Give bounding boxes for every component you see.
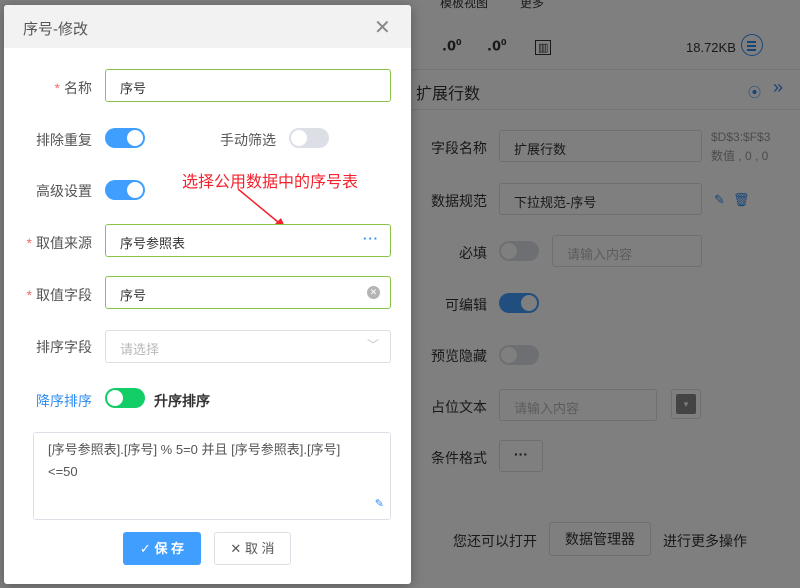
sort-field-placeholder: 请选择 (120, 342, 160, 357)
cancel-button[interactable]: ✕ 取 消 (214, 532, 291, 565)
dedupe-switch[interactable] (105, 128, 145, 148)
dialog-title: 序号-修改 (23, 21, 88, 38)
sort-field-label: 排序字段 (36, 339, 92, 355)
sort-desc-label[interactable]: 降序排序 (36, 391, 92, 411)
formula-line-2: <=50 (48, 464, 78, 479)
edit-dialog: 序号-修改 ✕ * 名称 序号 排除重复 手动筛选 高级设置 选择公用数据中的序号… (4, 5, 411, 584)
manual-filter-label: 手动筛选 (220, 132, 276, 148)
dedupe-label: 排除重复 (36, 132, 92, 148)
source-value: 序号参照表 (120, 236, 186, 251)
filter-formula[interactable]: [序号参照表].[序号] % 5=0 并且 [序号参照表].[序号] <=50 … (33, 432, 391, 520)
clear-icon[interactable]: ✕ (367, 286, 380, 299)
formula-line-1: [序号参照表].[序号] % 5=0 并且 [序号参照表].[序号] (48, 442, 341, 457)
close-icon[interactable]: ✕ (374, 15, 391, 40)
name-label: * 名称 (54, 80, 92, 96)
sort-asc-label[interactable]: 升序排序 (154, 391, 210, 411)
sort-field-select[interactable]: 请选择 ﹀ (105, 330, 391, 363)
edit-icon[interactable]: ✎ (375, 493, 384, 515)
check-icon: ✓ (139, 541, 155, 556)
close-icon: ✕ (230, 541, 245, 556)
save-button[interactable]: ✓ 保 存 (123, 532, 201, 565)
advanced-switch[interactable] (105, 180, 145, 200)
field-value: 序号 (120, 288, 147, 303)
dialog-header: 序号-修改 ✕ (4, 5, 411, 48)
cancel-label: 取 消 (244, 541, 275, 556)
sort-order-switch[interactable] (105, 388, 145, 408)
field-input[interactable]: 序号 ✕ (105, 276, 391, 309)
more-icon[interactable]: ··· (363, 231, 379, 246)
name-input[interactable]: 序号 (105, 69, 391, 102)
source-label: * 取值来源 (26, 235, 92, 251)
chevron-down-icon: ﹀ (366, 338, 379, 352)
field-label: * 取值字段 (26, 287, 92, 303)
manual-filter-switch[interactable] (289, 128, 329, 148)
advanced-label: 高级设置 (36, 183, 92, 199)
save-label: 保 存 (154, 541, 185, 556)
source-input[interactable]: 序号参照表 ··· (105, 224, 391, 257)
